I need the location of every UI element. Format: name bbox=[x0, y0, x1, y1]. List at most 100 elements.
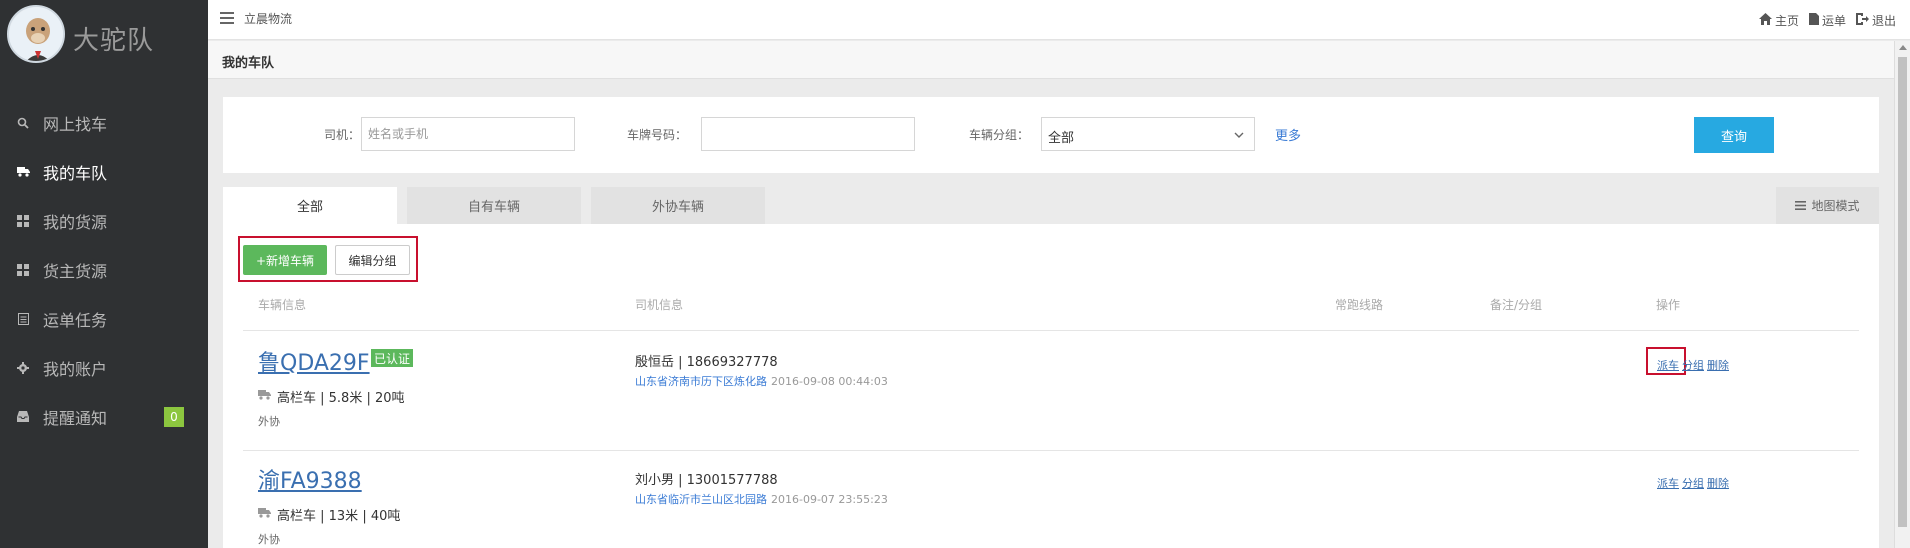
table-row: 鲁QDA29F 已认证 高栏车 | 5.8米 | 20吨 外协 殷恒岳 | 18… bbox=[223, 331, 1879, 449]
plate-number-link[interactable]: 渝FA9388 bbox=[258, 463, 362, 495]
sidebar-item-label: 网上找车 bbox=[43, 114, 108, 134]
column-header-remark: 备注/分组 bbox=[1490, 298, 1543, 312]
document-icon bbox=[1808, 13, 1819, 28]
brand: 大驼队 bbox=[0, 0, 208, 70]
sidebar-item-find-vehicle[interactable]: 网上找车 bbox=[0, 98, 208, 147]
delete-link[interactable]: 删除 bbox=[1707, 357, 1729, 373]
driver-location: 山东省济南市历下区炼化路 2016-09-08 00:44:03 bbox=[635, 373, 888, 389]
plate-label: 车牌号码： bbox=[627, 128, 688, 142]
table-row: 渝FA9388 高栏车 | 13米 | 40吨 外协 刘小男 | 1300157… bbox=[223, 449, 1879, 548]
group-link[interactable]: 分组 bbox=[1682, 357, 1704, 373]
truck-spec: 高栏车 | 13米 | 40吨 bbox=[277, 509, 401, 524]
sidebar: 大驼队 网上找车 我的车队 我的货源 货主货源 运单任务 我的账户 提醒通知 0 bbox=[0, 0, 208, 548]
breadcrumb: 我的车队 bbox=[208, 41, 1894, 79]
filter-panel: 司机： 车牌号码： 车辆分组： 全部 更多 查询 bbox=[223, 97, 1879, 173]
boxes-icon bbox=[16, 214, 30, 228]
sidebar-item-my-fleet[interactable]: 我的车队 bbox=[0, 147, 208, 196]
home-link-label: 主页 bbox=[1774, 14, 1799, 28]
vertical-scrollbar[interactable] bbox=[1894, 41, 1910, 548]
scroll-up-icon[interactable] bbox=[1899, 45, 1907, 50]
certified-badge: 已认证 bbox=[371, 349, 414, 367]
scrollbar-thumb[interactable] bbox=[1898, 57, 1907, 527]
notification-count-badge: 0 bbox=[164, 407, 184, 427]
sidebar-item-shipper-cargo[interactable]: 货主货源 bbox=[0, 245, 208, 294]
brand-name: 大驼队 bbox=[73, 26, 155, 56]
delete-link[interactable]: 删除 bbox=[1707, 475, 1729, 491]
location-time: 2016-09-07 23:55:23 bbox=[771, 493, 888, 506]
plate-number-link[interactable]: 鲁QDA29F bbox=[258, 345, 370, 377]
truck-icon bbox=[16, 165, 30, 179]
home-icon bbox=[1758, 13, 1772, 28]
dispatch-link[interactable]: 派车 bbox=[1657, 475, 1679, 491]
sidebar-nav: 网上找车 我的车队 我的货源 货主货源 运单任务 我的账户 提醒通知 0 bbox=[0, 98, 208, 441]
logout-link[interactable]: 退出 bbox=[1855, 12, 1896, 29]
sidebar-item-label: 货主货源 bbox=[43, 261, 108, 281]
add-vehicle-button[interactable]: +新增车辆 bbox=[243, 245, 327, 275]
menu-icon[interactable] bbox=[220, 12, 234, 28]
vehicle-tag: 外协 bbox=[258, 533, 280, 546]
top-links: 主页 运单 退出 bbox=[1758, 12, 1896, 29]
column-header-route: 常跑线路 bbox=[1335, 298, 1384, 312]
truck-icon bbox=[258, 507, 271, 522]
driver-location: 山东省临沂市兰山区北园路 2016-09-07 23:55:23 bbox=[635, 491, 888, 507]
tab-own-vehicles[interactable]: 自有车辆 bbox=[407, 187, 581, 224]
sidebar-item-notifications[interactable]: 提醒通知 0 bbox=[0, 392, 208, 441]
row-actions: 派车 分组 删除 bbox=[1657, 357, 1729, 373]
location-time: 2016-09-08 00:44:03 bbox=[771, 375, 888, 388]
waybill-link[interactable]: 运单 bbox=[1808, 12, 1846, 29]
truck-icon bbox=[258, 389, 271, 404]
page-title: 我的车队 bbox=[222, 56, 275, 71]
column-header-driver: 司机信息 bbox=[635, 298, 684, 312]
sidebar-item-label: 我的车队 bbox=[43, 163, 108, 183]
sidebar-item-label: 提醒通知 bbox=[43, 408, 108, 428]
company-name: 立晨物流 bbox=[244, 12, 293, 26]
inbox-icon bbox=[16, 410, 30, 424]
tab-external-vehicles[interactable]: 外协车辆 bbox=[591, 187, 765, 224]
truck-spec: 高栏车 | 5.8米 | 20吨 bbox=[277, 391, 405, 406]
avatar[interactable] bbox=[7, 5, 65, 63]
more-filters-link[interactable]: 更多 bbox=[1275, 125, 1301, 144]
gear-icon bbox=[16, 361, 30, 375]
truck-info: 高栏车 | 5.8米 | 20吨 bbox=[258, 387, 405, 406]
sidebar-item-label: 运单任务 bbox=[43, 310, 108, 330]
vehicle-tabs: 全部 自有车辆 外协车辆 地图模式 bbox=[223, 187, 1879, 224]
sidebar-item-label: 我的账户 bbox=[43, 359, 108, 379]
driver-info: 刘小男 | 13001577788 bbox=[635, 473, 778, 488]
list-icon bbox=[16, 312, 30, 326]
logout-icon bbox=[1855, 13, 1869, 28]
driver-label: 司机： bbox=[324, 128, 361, 142]
location-text[interactable]: 山东省临沂市兰山区北园路 bbox=[635, 493, 767, 506]
home-link[interactable]: 主页 bbox=[1758, 12, 1799, 29]
sidebar-item-waybill-tasks[interactable]: 运单任务 bbox=[0, 294, 208, 343]
truck-info: 高栏车 | 13米 | 40吨 bbox=[258, 505, 400, 524]
sidebar-item-my-account[interactable]: 我的账户 bbox=[0, 343, 208, 392]
topbar: 立晨物流 主页 运单 退出 bbox=[208, 0, 1910, 40]
location-text[interactable]: 山东省济南市历下区炼化路 bbox=[635, 375, 767, 388]
map-mode-button[interactable]: 地图模式 bbox=[1776, 187, 1879, 224]
boxes-icon bbox=[16, 263, 30, 277]
dispatch-link[interactable]: 派车 bbox=[1657, 357, 1679, 373]
sidebar-item-label: 我的货源 bbox=[43, 212, 108, 232]
group-select[interactable]: 全部 bbox=[1041, 117, 1255, 151]
group-label: 车辆分组： bbox=[969, 128, 1030, 142]
tab-all[interactable]: 全部 bbox=[223, 187, 397, 224]
logout-link-label: 退出 bbox=[1871, 14, 1896, 28]
search-icon bbox=[16, 116, 30, 130]
group-select-value: 全部 bbox=[1048, 131, 1075, 146]
column-header-vehicle: 车辆信息 bbox=[258, 298, 307, 312]
sidebar-item-my-cargo[interactable]: 我的货源 bbox=[0, 196, 208, 245]
driver-info: 殷恒岳 | 18669327778 bbox=[635, 355, 778, 370]
map-mode-label: 地图模式 bbox=[1811, 199, 1860, 213]
group-link[interactable]: 分组 bbox=[1682, 475, 1704, 491]
vehicle-list-panel: +新增车辆 编辑分组 车辆信息 司机信息 常跑线路 备注/分组 操作 鲁QDA2… bbox=[223, 224, 1879, 548]
driver-search-input[interactable] bbox=[361, 117, 575, 151]
vehicle-tag: 外协 bbox=[258, 415, 280, 428]
plate-number-input[interactable] bbox=[701, 117, 915, 151]
waybill-link-label: 运单 bbox=[1821, 14, 1846, 28]
query-button[interactable]: 查询 bbox=[1694, 117, 1774, 153]
column-header-ops: 操作 bbox=[1656, 298, 1681, 312]
edit-group-button[interactable]: 编辑分组 bbox=[335, 245, 410, 275]
row-actions: 派车 分组 删除 bbox=[1657, 475, 1729, 491]
chevron-down-icon bbox=[1234, 128, 1244, 143]
list-icon bbox=[1795, 199, 1807, 213]
